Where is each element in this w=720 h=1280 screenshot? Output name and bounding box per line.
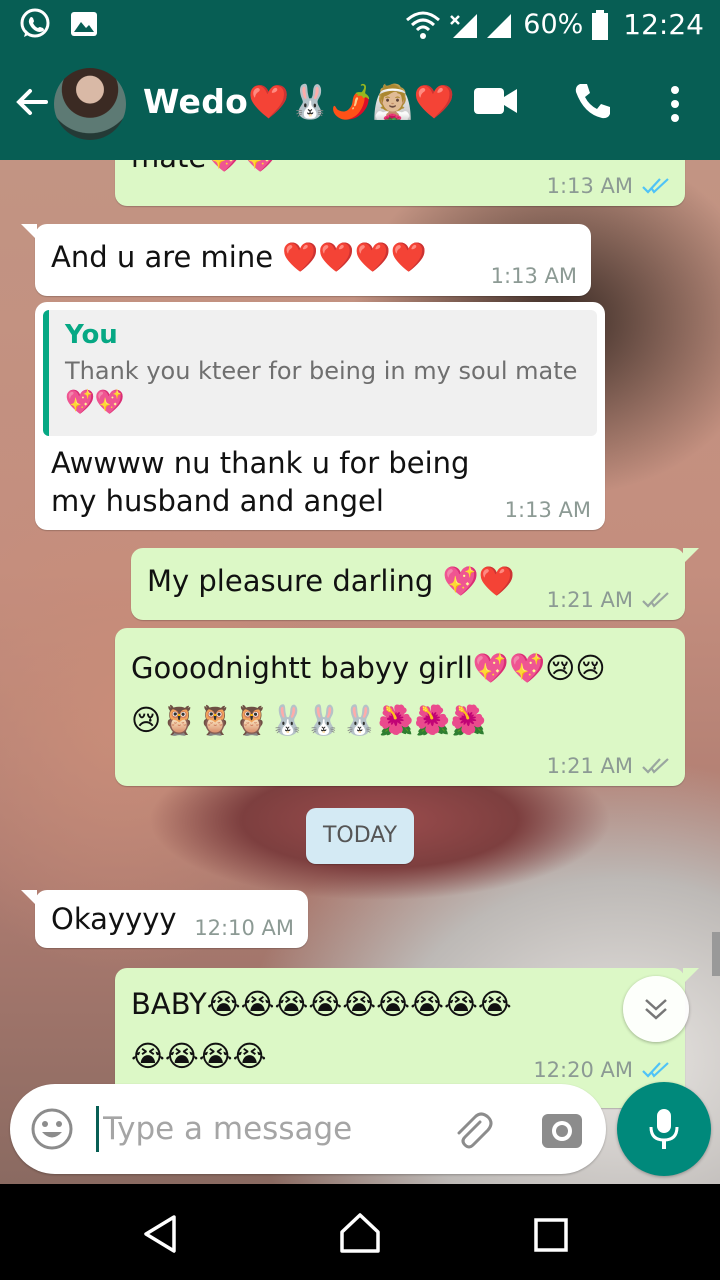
bubble-tail bbox=[683, 968, 699, 984]
double-chevron-down-icon bbox=[645, 999, 667, 1020]
message-incoming[interactable]: And u are mine ❤️❤️❤️❤️ 1:13 AM bbox=[21, 224, 591, 296]
message-time: 12:10 AM bbox=[194, 916, 294, 940]
back-arrow-icon[interactable] bbox=[12, 82, 52, 122]
scrollbar[interactable] bbox=[712, 932, 720, 976]
nav-home-icon[interactable] bbox=[338, 1212, 382, 1254]
message-outgoing[interactable]: mate💖💖 1:13 AM bbox=[115, 160, 685, 206]
message-meta: 1:13 AM bbox=[547, 174, 671, 198]
message-time: 1:13 AM bbox=[546, 174, 633, 198]
message-outgoing[interactable]: My pleasure darling 💖❤️ 1:21 AM bbox=[131, 548, 699, 620]
message-outgoing[interactable]: Gooodnightt babyy girll💖💖😢😢 😢🦉🦉🦉🐰🐰🐰🌺🌺🌺 1… bbox=[115, 628, 685, 786]
clock: 12:24 bbox=[623, 8, 704, 41]
scroll-to-bottom-button[interactable] bbox=[623, 976, 689, 1042]
emoji-icon[interactable] bbox=[30, 1107, 74, 1151]
nav-back-icon[interactable] bbox=[140, 1214, 180, 1254]
message-time: 1:13 AM bbox=[504, 498, 591, 522]
video-call-icon[interactable] bbox=[474, 86, 518, 116]
message-meta: 1:13 AM bbox=[491, 264, 577, 288]
read-tick-icon bbox=[642, 178, 669, 194]
menu-icon[interactable] bbox=[668, 84, 682, 124]
message-incoming-reply[interactable]: You Thank you kteer for being in my soul… bbox=[35, 302, 605, 530]
voice-message-button[interactable] bbox=[617, 1082, 711, 1176]
contact-avatar[interactable] bbox=[54, 68, 126, 140]
attach-icon[interactable] bbox=[450, 1108, 494, 1152]
camera-icon[interactable] bbox=[540, 1108, 584, 1152]
message-time: 1:21 AM bbox=[546, 754, 633, 778]
quote-author: You bbox=[65, 320, 118, 350]
message-meta: 1:13 AM bbox=[505, 498, 591, 522]
wifi-icon bbox=[406, 11, 441, 39]
chat-header: Wedo❤️🐰🌶️👰🏼❤️ bbox=[0, 48, 720, 160]
signal-icon bbox=[450, 13, 512, 38]
voice-call-icon[interactable] bbox=[572, 82, 612, 122]
bubble-tail bbox=[21, 224, 37, 240]
composer-bar bbox=[0, 1074, 720, 1184]
chat-area[interactable]: mate💖💖 1:13 AM And u are mine ❤️❤️❤️❤️ 1… bbox=[0, 160, 720, 1184]
message-input[interactable] bbox=[96, 1106, 416, 1152]
quote-text: Thank you kteer for being in my soul mat… bbox=[65, 357, 578, 416]
delivered-tick-icon bbox=[642, 592, 669, 608]
system-navigation-bar bbox=[0, 1184, 720, 1280]
quoted-message[interactable]: You Thank you kteer for being in my soul… bbox=[43, 310, 597, 436]
message-meta: 12:10 AM bbox=[194, 916, 294, 940]
bubble-tail bbox=[21, 890, 37, 906]
microphone-icon bbox=[649, 1109, 679, 1149]
nav-recents-icon[interactable] bbox=[534, 1218, 568, 1252]
message-meta: 1:21 AM bbox=[547, 588, 671, 612]
message-composer[interactable] bbox=[10, 1084, 606, 1174]
battery-icon bbox=[592, 9, 609, 40]
whatsapp-icon bbox=[20, 8, 50, 38]
status-bar: 60% 12:24 bbox=[0, 0, 720, 48]
gallery-icon bbox=[71, 12, 97, 36]
date-divider: TODAY bbox=[306, 808, 414, 864]
message-incoming[interactable]: Okayyyy 12:10 AM bbox=[21, 890, 308, 948]
message-time: 1:13 AM bbox=[490, 264, 577, 288]
delivered-tick-icon bbox=[642, 758, 669, 774]
battery-percent: 60% bbox=[523, 9, 584, 40]
message-meta: 1:21 AM bbox=[547, 754, 671, 778]
contact-name[interactable]: Wedo❤️🐰🌶️👰🏼❤️ bbox=[143, 82, 455, 122]
message-text: Awwww nu thank u for being my husband an… bbox=[51, 446, 479, 518]
message-text: Gooodnightt babyy girll💖💖😢😢 😢🦉🦉🦉🐰🐰🐰🌺🌺🌺 bbox=[131, 651, 606, 737]
message-time: 1:21 AM bbox=[546, 588, 633, 612]
bubble-tail bbox=[683, 548, 699, 564]
message-text: mate💖💖 bbox=[131, 160, 278, 176]
